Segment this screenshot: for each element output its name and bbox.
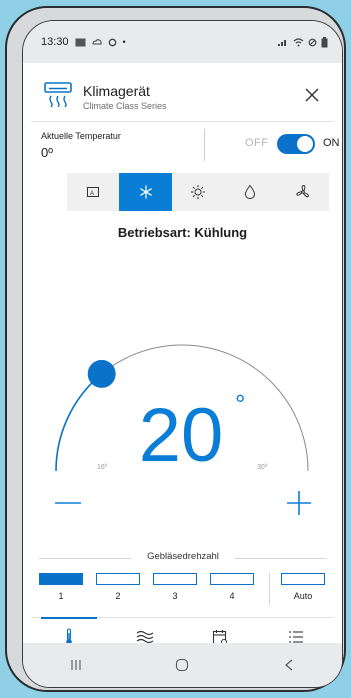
fan-speed-auto[interactable]: Auto (281, 573, 325, 601)
fan-speed-label: 2 (115, 591, 121, 601)
recent-apps-button[interactable] (56, 650, 96, 680)
device-subtitle: Climate Class Series (83, 101, 167, 111)
current-temperature-label: Aktuelle Temperatur (41, 131, 121, 141)
fan-speed-2[interactable]: 2 (96, 573, 140, 601)
recent-apps-icon (71, 660, 81, 670)
sun-icon (191, 185, 206, 199)
fan-speed-label: 3 (172, 591, 178, 601)
fan-title-row: Gebläsedrehzahl (39, 551, 327, 565)
mode-auto[interactable]: A (67, 173, 119, 211)
system-navigation-bar (23, 643, 342, 687)
power-on-label: ON (323, 137, 340, 149)
svg-text:A: A (90, 191, 94, 197)
fan-speed-bar (153, 573, 197, 585)
dial-handle[interactable] (87, 359, 116, 388)
power-toggle[interactable] (277, 134, 315, 154)
fan-speed-bar (210, 573, 254, 585)
fan-title-line-right (235, 558, 327, 559)
home-button[interactable] (162, 650, 202, 680)
droplet-icon (245, 184, 256, 200)
fan-speed-label: 4 (229, 591, 235, 601)
setpoint-value: 20 (139, 393, 224, 478)
auto-mode-icon: A (87, 187, 100, 197)
fan-speed-label: 1 (58, 591, 64, 601)
current-temperature-value: 0º (41, 145, 53, 160)
snowflake-icon (139, 185, 152, 199)
fan-speed-bar (281, 573, 325, 585)
climate-app: Klimagerät Climate Class Series Aktuelle… (31, 65, 340, 655)
back-icon (284, 659, 293, 671)
alarm-icon (308, 38, 317, 46)
setpoint-unit: ° (235, 389, 245, 419)
status-bar: 13:30 • (23, 21, 342, 63)
phone-frame: 13:30 • Klimagerät Climate Class Series … (5, 6, 346, 692)
wifi-icon (293, 37, 304, 46)
fan-speed-4[interactable]: 4 (210, 573, 254, 601)
temperature-dial: 16º 30º 20 ° (31, 273, 334, 533)
device-title: Klimagerät (83, 83, 150, 99)
app-header: Klimagerät Climate Class Series (31, 75, 334, 117)
fan-speed-auto-label: Auto (293, 591, 313, 601)
fan-speed-1[interactable]: 1 (39, 573, 83, 601)
increase-button[interactable] (287, 491, 311, 515)
fan-speed-bar (39, 573, 83, 585)
temperature-power-row: Aktuelle Temperatur 0º OFF ON (31, 125, 340, 165)
home-icon (176, 658, 189, 672)
mode-selector: A (67, 173, 329, 211)
dot-icon: • (122, 37, 126, 47)
air-conditioner-icon (44, 82, 72, 107)
settings-icon (108, 38, 116, 46)
cloud-icon (92, 39, 102, 45)
power-off-label: OFF (245, 137, 269, 149)
close-icon[interactable] (304, 87, 320, 103)
back-button[interactable] (269, 650, 309, 680)
phone-screen: 13:30 • Klimagerät Climate Class Series … (22, 20, 343, 688)
fan-icon (296, 184, 309, 198)
toggle-knob (297, 136, 313, 152)
mode-heating[interactable] (172, 173, 224, 211)
fan-speed-3[interactable]: 3 (153, 573, 197, 601)
row-divider (204, 129, 205, 161)
image-icon (75, 38, 86, 46)
fan-speed-section: Gebläsedrehzahl 1 2 3 4 Auto (31, 551, 334, 611)
fan-speed-bar (96, 573, 140, 585)
mode-dry[interactable] (224, 173, 276, 211)
dial-min-label: 16º (97, 464, 108, 471)
dial-max-label: 30º (257, 464, 268, 471)
signal-icon (278, 39, 286, 46)
list-icon (289, 630, 304, 643)
airflow-icon (136, 630, 153, 643)
status-time: 13:30 (41, 36, 69, 48)
fan-speed-options: 1 2 3 4 Auto (39, 573, 329, 613)
fan-speed-separator (269, 573, 270, 605)
fan-speed-title: Gebläsedrehzahl (147, 551, 219, 562)
header-divider (31, 121, 334, 122)
mode-fan[interactable] (277, 173, 329, 211)
operating-mode-text: Betriebsart: Kühlung (117, 225, 248, 240)
dial-progress (55, 373, 103, 472)
mode-cooling[interactable] (119, 173, 172, 211)
battery-icon (321, 36, 328, 47)
